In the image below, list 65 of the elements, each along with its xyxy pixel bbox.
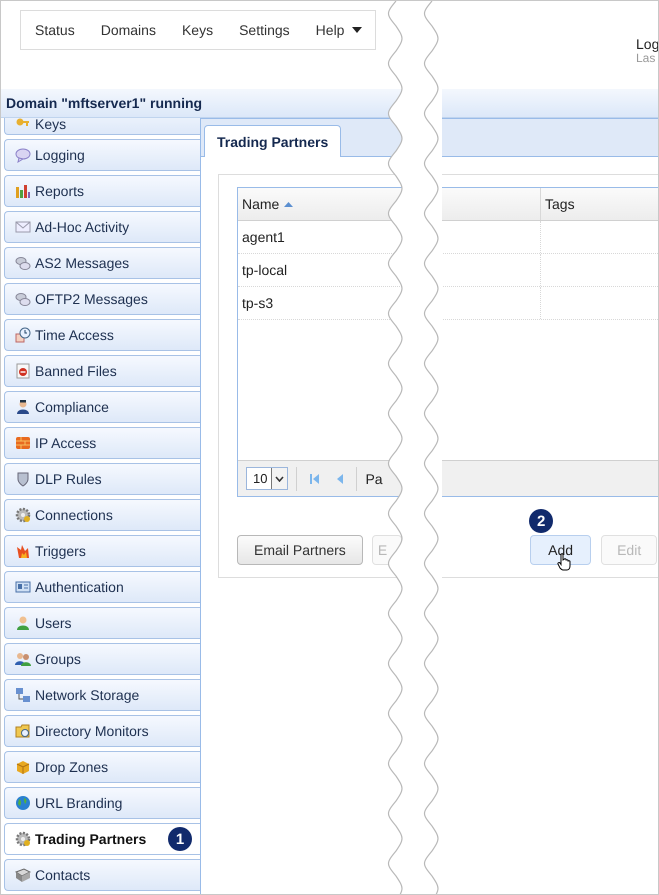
gear-icon — [15, 831, 31, 847]
speech-bubble-icon — [15, 147, 31, 163]
nav-menu-item[interactable]: Status — [22, 22, 88, 38]
envelope-icon — [15, 219, 31, 235]
sidebar-item[interactable]: Time Access — [4, 319, 200, 351]
sidebar-item[interactable]: Connections — [4, 499, 200, 531]
action-button[interactable]: Email Partners — [237, 535, 363, 565]
column-header[interactable]: Name — [238, 188, 540, 220]
table-cell-text: tp-local — [241, 261, 288, 280]
sidebar-item[interactable]: Trading Partners 1 — [4, 823, 200, 855]
people-icon — [15, 651, 31, 667]
person-icon — [15, 615, 31, 631]
sidebar-item[interactable]: Reports — [4, 175, 200, 207]
sidebar-item[interactable]: Compliance — [4, 391, 200, 423]
box-icon — [15, 759, 31, 775]
sidebar-item[interactable]: Groups — [4, 643, 200, 675]
page-label: Pa — [365, 470, 383, 486]
action-button[interactable]: Add — [530, 535, 592, 565]
person-icon — [15, 399, 31, 415]
sidebar-item[interactable]: DLP Rules — [4, 463, 200, 495]
nav-menu-item[interactable]: Settings — [226, 22, 303, 38]
last-login-text: Las — [636, 52, 656, 65]
sidebar-item[interactable]: Contacts — [4, 859, 200, 891]
sidebar-item[interactable]: Users — [4, 607, 200, 639]
tab[interactable]: Trading Partners — [204, 125, 342, 157]
sidebar-item[interactable]: Ad-Hoc Activity — [4, 211, 200, 243]
nav-menu-item[interactable]: Domains — [88, 22, 169, 38]
chat-bubbles-icon — [15, 291, 31, 307]
sidebar-item[interactable]: Banned Files — [4, 355, 200, 387]
sidebar-item[interactable]: Triggers — [4, 535, 200, 567]
gear-icon — [15, 507, 31, 523]
sidebar-item[interactable]: IP Access — [4, 427, 200, 459]
sidebar-item[interactable]: Network Storage — [4, 679, 200, 711]
folder-icon — [15, 723, 31, 739]
page-size-dropdown[interactable]: 10 — [246, 467, 288, 490]
chat-bubbles-icon — [15, 255, 31, 271]
domain-status-title: Domain "mftserver1" running — [6, 95, 202, 111]
flame-icon — [15, 543, 31, 559]
sidebar-item[interactable]: OFTP2 Messages — [4, 283, 200, 315]
nav-menu-item[interactable]: Help — [302, 22, 376, 38]
shield-icon — [15, 471, 31, 487]
table-cell-text: tp-s3 — [241, 294, 274, 313]
sidebar-item[interactable]: Drop Zones — [4, 751, 200, 783]
clock-icon — [15, 327, 31, 343]
first-page-icon — [310, 474, 320, 484]
firewall-icon — [15, 435, 31, 451]
column-header[interactable]: Tags — [540, 188, 658, 220]
step-number-badge: 2 — [529, 509, 554, 533]
chevron-down-icon — [275, 476, 284, 482]
sidebar-item[interactable]: Logging — [4, 139, 200, 171]
sidebar-item[interactable]: Keys — [4, 118, 200, 135]
caret-icon — [352, 27, 362, 33]
sidebar-item[interactable]: Authentication — [4, 571, 200, 603]
sidebar-item[interactable]: Directory Monitors — [4, 715, 200, 747]
bar-chart-icon — [15, 183, 31, 199]
previous-page-icon — [337, 474, 344, 484]
sidebar-item[interactable]: AS2 Messages — [4, 247, 200, 279]
network-icon — [15, 687, 31, 703]
step-number-badge: 1 — [168, 827, 192, 851]
table-cell-text: agent1 — [241, 228, 286, 247]
nav-menu-item[interactable]: Keys — [168, 22, 226, 38]
sidebar-item[interactable]: URL Branding — [4, 787, 200, 819]
globe-icon — [15, 795, 31, 811]
id-card-icon — [15, 579, 31, 595]
document-icon — [15, 363, 31, 379]
